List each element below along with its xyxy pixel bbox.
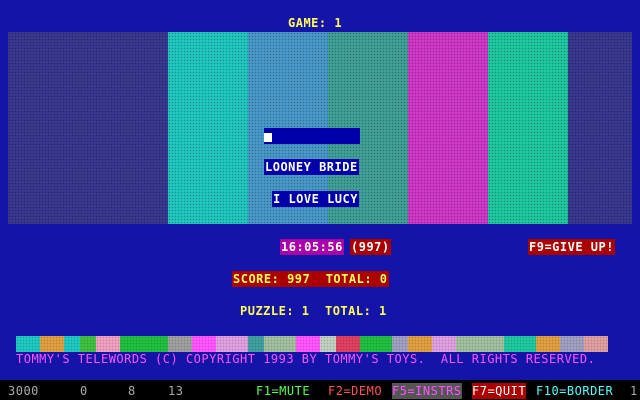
points-remaining: (997) <box>350 239 391 255</box>
color-chip <box>80 336 96 352</box>
answer-input[interactable] <box>264 128 360 144</box>
color-chip <box>96 336 120 352</box>
status-trailing: 1 <box>630 384 638 398</box>
color-chip <box>320 336 336 352</box>
score-total: SCORE: 997 TOTAL: 0 <box>232 271 389 287</box>
color-chip <box>432 336 456 352</box>
quit-key[interactable]: F7=QUIT <box>472 383 527 399</box>
demo-key[interactable]: F2=DEMO <box>328 383 382 399</box>
puzzle-total: PUZZLE: 1 TOTAL: 1 <box>240 304 387 318</box>
copyright-line: TOMMY'S TELEWORDS (C) COPYRIGHT 1993 BY … <box>16 352 596 366</box>
text-cursor <box>264 133 272 142</box>
clue-2: I LOVE LUCY <box>272 191 359 207</box>
color-chip <box>584 336 608 352</box>
color-chip <box>560 336 584 352</box>
color-chip <box>16 336 40 352</box>
color-chip <box>40 336 64 352</box>
mute-key[interactable]: F1=MUTE <box>256 383 310 399</box>
color-chip <box>360 336 392 352</box>
instructions-key[interactable]: F5=INSTRS <box>392 383 462 399</box>
clue-1: LOONEY BRIDE <box>264 159 359 175</box>
game-screen: GAME: 1 LOONEY BRIDE I LOVE LUCY 16:05:5… <box>0 0 640 380</box>
color-chip <box>168 336 192 352</box>
color-chip <box>336 336 360 352</box>
color-chip <box>264 336 296 352</box>
status-number: 0 <box>80 384 88 398</box>
color-chip <box>64 336 80 352</box>
color-chip <box>248 336 264 352</box>
color-chip <box>536 336 560 352</box>
give-up-key[interactable]: F9=GIVE UP! <box>528 239 615 255</box>
color-chip <box>408 336 432 352</box>
color-chip <box>192 336 216 352</box>
color-strip <box>16 336 624 352</box>
color-bar <box>568 32 632 224</box>
color-chip <box>504 336 536 352</box>
color-chip <box>456 336 504 352</box>
status-number: 3000 <box>8 384 39 398</box>
timer-clock: 16:05:56 <box>280 239 344 255</box>
status-number: 8 <box>128 384 136 398</box>
status-number: 13 <box>168 384 184 398</box>
color-chip <box>296 336 320 352</box>
border-key[interactable]: F10=BORDER <box>536 383 613 399</box>
color-bar <box>8 32 168 224</box>
game-number-label: GAME: 1 <box>288 16 343 30</box>
color-chip <box>120 336 168 352</box>
color-chip <box>392 336 408 352</box>
color-bar <box>408 32 488 224</box>
color-bar <box>168 32 248 224</box>
color-bar <box>488 32 568 224</box>
color-chip <box>216 336 248 352</box>
